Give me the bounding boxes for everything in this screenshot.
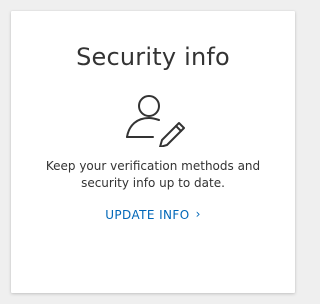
user-edit-icon xyxy=(123,91,185,148)
chevron-right-icon: › xyxy=(195,207,201,221)
update-info-label: UPDATE INFO xyxy=(105,208,190,222)
card-title: Security info xyxy=(76,43,230,71)
update-info-link[interactable]: UPDATE INFO › xyxy=(11,207,295,222)
security-info-card: Security info Keep your verification met… xyxy=(11,11,295,293)
card-description: Keep your verification methods and secur… xyxy=(45,159,261,190)
